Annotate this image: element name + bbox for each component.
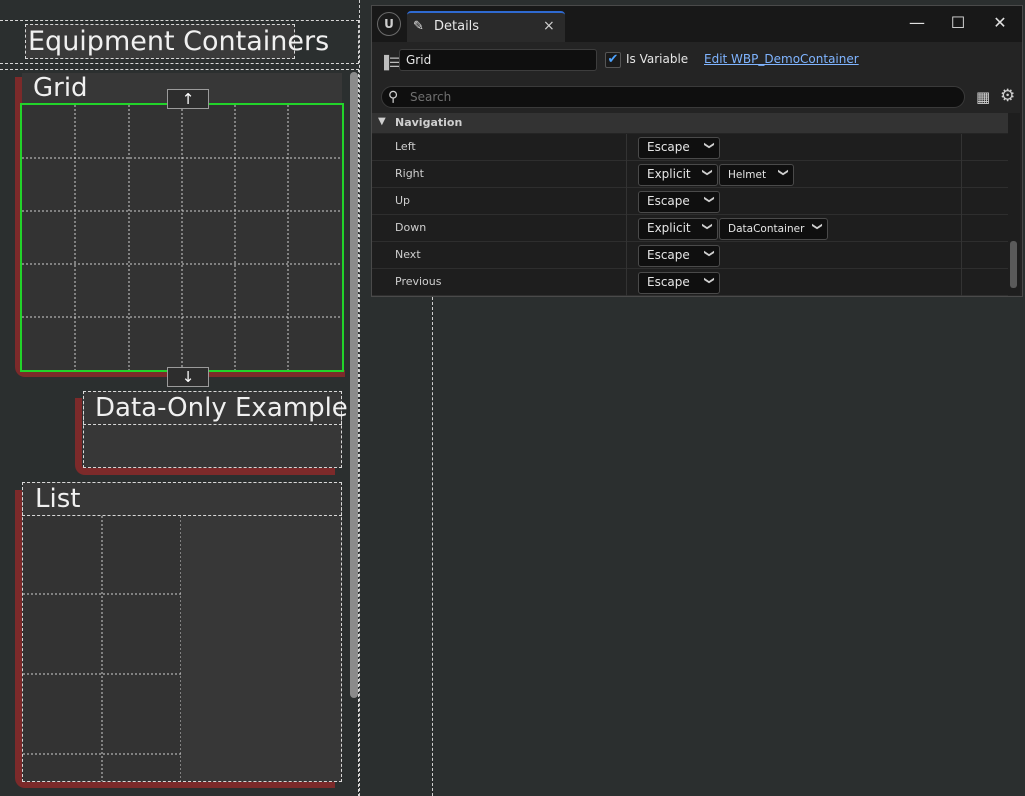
unreal-logo-icon: U bbox=[377, 12, 401, 36]
data-only-title[interactable]: Data-Only Example bbox=[95, 393, 348, 423]
nav-row-next: Next Escape ❯ bbox=[372, 242, 1008, 269]
nav-row-up: Up Escape ❯ bbox=[372, 188, 1008, 215]
canvas-scrollbar[interactable] bbox=[350, 72, 358, 698]
chevron-down-icon: ❯ bbox=[703, 195, 715, 204]
nav-row-label: Previous bbox=[395, 275, 442, 288]
nav-target-dropdown[interactable]: DataContainer ❯ bbox=[719, 218, 828, 240]
is-variable-label: Is Variable bbox=[626, 52, 689, 66]
grid-panel[interactable] bbox=[20, 103, 344, 372]
nav-row-previous: Previous Escape ❯ bbox=[372, 269, 1008, 296]
details-titlebar[interactable]: U ✎ Details × — ☐ ✕ bbox=[372, 6, 1022, 42]
nav-rule-dropdown[interactable]: Explicit ❯ bbox=[638, 218, 718, 240]
equipment-containers-title[interactable]: Equipment Containers bbox=[25, 24, 329, 59]
scroll-up-button[interactable]: ↑ bbox=[167, 89, 209, 109]
nav-row-label: Next bbox=[395, 248, 421, 261]
list-slots bbox=[23, 516, 181, 781]
nav-row-down: Down Explicit ❯ DataContainer ❯ bbox=[372, 215, 1008, 242]
collapse-caret-icon: ▼ bbox=[378, 116, 386, 127]
tab-details[interactable]: ✎ Details × bbox=[407, 11, 565, 42]
nav-row-label: Up bbox=[395, 194, 411, 207]
search-icon: ⚲ bbox=[388, 89, 399, 105]
tab-details-label: Details bbox=[434, 19, 480, 34]
nav-rule-dropdown[interactable]: Escape ❯ bbox=[638, 191, 720, 213]
details-window: U ✎ Details × — ☐ ✕ ▐☰ ✔ Is Variable Edi… bbox=[371, 5, 1023, 297]
maximize-button[interactable]: ☐ bbox=[943, 10, 973, 36]
scroll-down-button[interactable]: ↓ bbox=[167, 367, 209, 387]
nav-row-label: Down bbox=[395, 221, 427, 234]
canvas-guide-line bbox=[359, 0, 360, 796]
nav-row-label: Left bbox=[395, 140, 416, 153]
list-title[interactable]: List bbox=[35, 484, 95, 514]
close-window-button[interactable]: ✕ bbox=[985, 10, 1015, 36]
grid-slots bbox=[22, 105, 342, 370]
nav-rule-dropdown[interactable]: Explicit ❯ bbox=[638, 164, 718, 186]
minimize-button[interactable]: — bbox=[902, 10, 932, 36]
chevron-down-icon: ❯ bbox=[703, 249, 715, 258]
pencil-icon: ✎ bbox=[413, 19, 424, 34]
edit-blueprint-link[interactable]: Edit WBP_DemoContainer bbox=[704, 52, 859, 66]
search-box[interactable]: ⚲ bbox=[381, 86, 965, 108]
gear-icon[interactable]: ⚙ bbox=[1000, 86, 1015, 106]
nav-row-left: Left Escape ❯ bbox=[372, 134, 1008, 161]
is-variable-checkbox[interactable]: ✔ bbox=[605, 52, 621, 68]
navigation-section-header[interactable]: ▼ Navigation bbox=[372, 113, 1008, 133]
tab-close-icon[interactable]: × bbox=[543, 18, 555, 34]
chevron-down-icon: ❯ bbox=[703, 141, 715, 150]
details-scrollbar-thumb[interactable] bbox=[1010, 241, 1017, 288]
search-input[interactable] bbox=[410, 89, 950, 105]
nav-row-label: Right bbox=[395, 167, 424, 180]
widget-name-input[interactable] bbox=[399, 49, 597, 71]
chevron-down-icon: ❯ bbox=[703, 276, 715, 285]
property-matrix-icon[interactable]: ▦ bbox=[976, 88, 990, 106]
nav-row-right: Right Explicit ❯ Helmet ❯ bbox=[372, 161, 1008, 188]
chevron-down-icon: ❯ bbox=[701, 168, 713, 177]
details-toolbar: ▐☰ ✔ Is Variable Edit WBP_DemoContainer bbox=[372, 42, 1022, 84]
nav-rule-dropdown[interactable]: Escape ❯ bbox=[638, 245, 720, 267]
canvas-guide-line bbox=[432, 297, 433, 796]
chevron-down-icon: ❯ bbox=[811, 222, 823, 231]
widget-type-icon: ▐☰ bbox=[379, 56, 401, 71]
chevron-down-icon: ❯ bbox=[777, 168, 789, 177]
chevron-down-icon: ❯ bbox=[701, 222, 713, 231]
nav-target-dropdown[interactable]: Helmet ❯ bbox=[719, 164, 794, 186]
grid-title[interactable]: Grid bbox=[33, 73, 93, 103]
nav-rule-dropdown[interactable]: Escape ❯ bbox=[638, 272, 720, 294]
navigation-section-title: Navigation bbox=[395, 116, 463, 129]
nav-rule-dropdown[interactable]: Escape ❯ bbox=[638, 137, 720, 159]
